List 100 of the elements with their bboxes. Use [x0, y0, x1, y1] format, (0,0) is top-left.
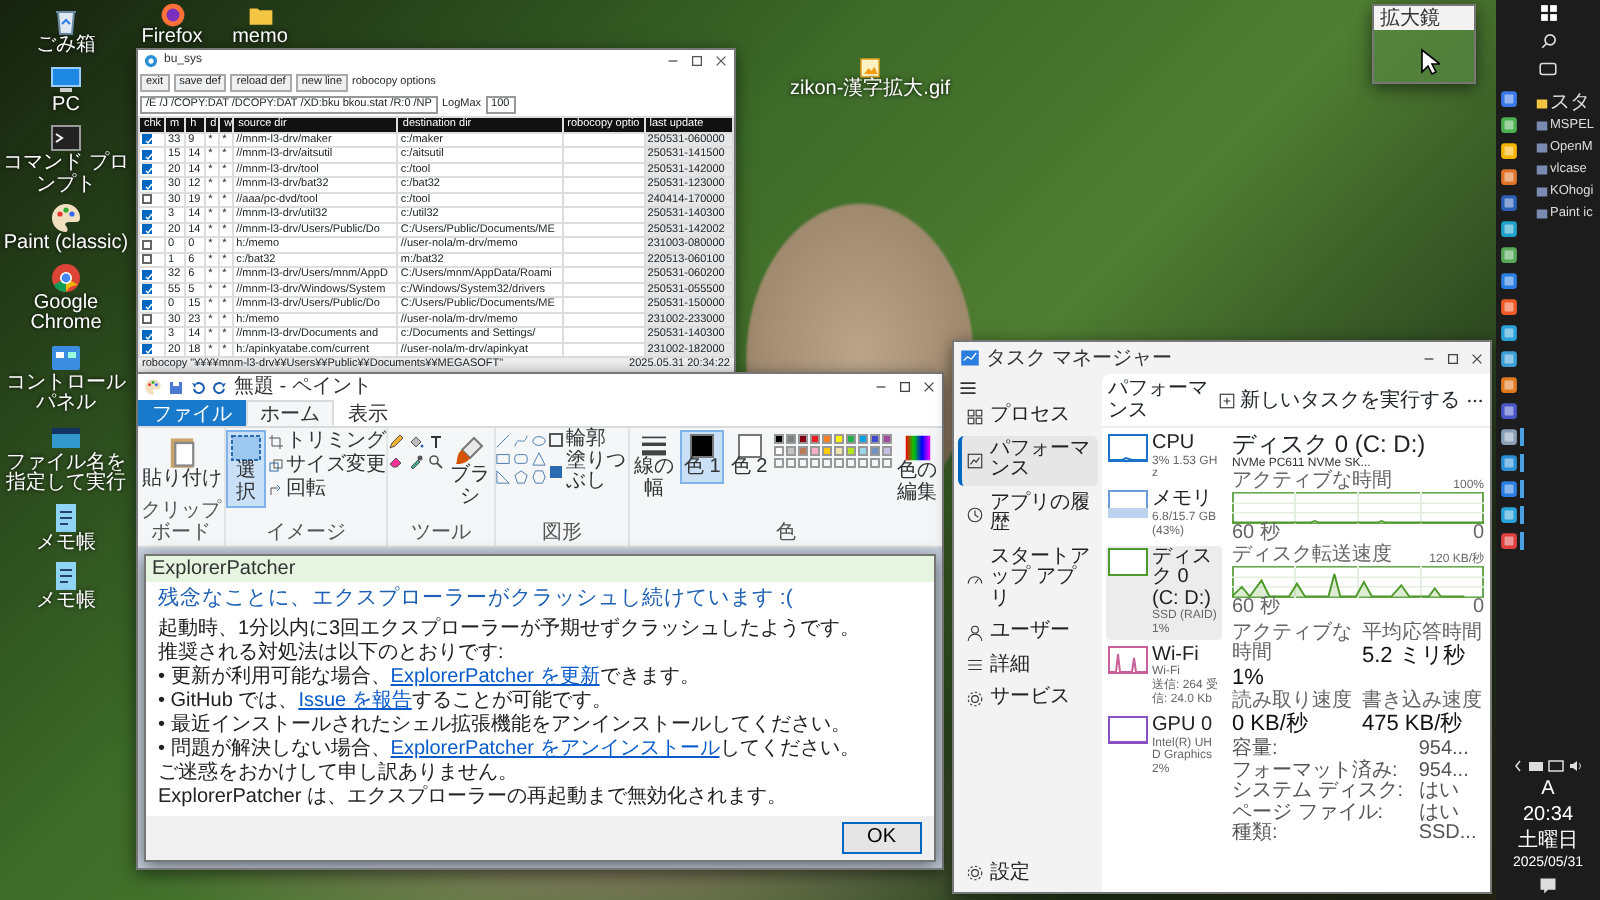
icon-label[interactable]: メモ帳 — [36, 592, 96, 613]
palette-color[interactable] — [857, 446, 868, 456]
icon-label[interactable]: コントロールパネル — [0, 373, 132, 415]
browser-icon[interactable] — [50, 261, 82, 293]
notification-icon[interactable] — [1538, 876, 1558, 896]
close-icon[interactable] — [1470, 351, 1484, 365]
icon-label[interactable]: zikon-漢字拡大.gif — [789, 80, 950, 101]
browser-icon[interactable] — [159, 2, 185, 28]
terminal-icon[interactable] — [50, 122, 82, 154]
display-icon[interactable] — [1548, 758, 1564, 775]
run-task-button[interactable]: 新しいタスクを実行する — [1218, 389, 1460, 411]
palette-color[interactable] — [857, 434, 868, 444]
palette-color[interactable] — [797, 434, 808, 444]
chevron-icon[interactable] — [1512, 758, 1524, 775]
image-file-icon[interactable] — [858, 56, 882, 80]
select-button[interactable]: 選択 — [226, 430, 266, 508]
ribbon-tab[interactable]: ホーム — [246, 400, 334, 426]
ime-indicator[interactable]: A — [1541, 778, 1555, 801]
palette-color[interactable] — [845, 446, 856, 456]
image-tool-button[interactable]: サイズ変更 — [268, 454, 386, 478]
fill-button[interactable]: 塗りつぶし — [548, 451, 628, 493]
palette-color[interactable] — [881, 446, 892, 456]
control-panel-icon[interactable] — [50, 341, 82, 373]
fill-icon[interactable] — [408, 434, 424, 450]
nav-item[interactable]: サービス — [958, 684, 1098, 713]
link[interactable]: ExplorerPatcher を更新 — [390, 665, 600, 688]
checkbox[interactable] — [142, 314, 152, 325]
palette-color[interactable] — [809, 434, 820, 444]
minimize-icon[interactable] — [874, 380, 888, 394]
palette-color[interactable] — [773, 446, 784, 456]
icon-label[interactable]: ファイル名を指定して実行 — [0, 453, 132, 495]
notepad-icon[interactable] — [50, 501, 82, 533]
palette-color[interactable] — [845, 434, 856, 444]
maximize-icon[interactable] — [1446, 351, 1460, 365]
maximize-icon[interactable] — [690, 54, 704, 68]
file-menu-tab[interactable]: ファイル — [138, 400, 246, 426]
checkbox[interactable] — [142, 194, 152, 205]
color-picker-icon[interactable] — [408, 454, 424, 470]
save-icon[interactable] — [168, 379, 184, 395]
palette-color[interactable] — [821, 446, 832, 456]
icon-label[interactable]: PC — [52, 95, 80, 116]
link[interactable]: Issue を報告 — [298, 689, 412, 712]
edit-colors-button[interactable]: 色の編集 — [893, 430, 942, 508]
checkbox[interactable] — [142, 224, 152, 235]
paste-button[interactable]: 貼り付け — [138, 430, 226, 495]
close-icon[interactable] — [714, 54, 728, 68]
nav-item[interactable]: パフォーマンス — [958, 435, 1098, 485]
eraser-icon[interactable] — [388, 454, 404, 470]
search-icon[interactable] — [1539, 32, 1557, 50]
minimize-icon[interactable] — [666, 54, 680, 68]
palette-color[interactable] — [881, 434, 892, 444]
checkbox[interactable] — [142, 164, 152, 175]
undo-icon[interactable] — [190, 379, 206, 395]
palette-color[interactable] — [821, 434, 832, 444]
outline-button[interactable]: 輪郭 — [548, 430, 628, 451]
checkbox[interactable] — [142, 149, 152, 160]
checkbox[interactable] — [142, 329, 152, 340]
ok-button[interactable]: OK — [841, 821, 922, 854]
icon-label[interactable]: Firefox — [141, 28, 203, 49]
checkbox[interactable] — [142, 269, 152, 280]
brush-button[interactable]: ブラシ — [446, 430, 494, 512]
checkbox[interactable] — [142, 239, 152, 250]
nav-item[interactable]: プロセス — [958, 402, 1098, 431]
checkbox[interactable] — [142, 209, 152, 220]
checkbox[interactable] — [142, 284, 152, 295]
icon-label[interactable]: Paint (classic) — [3, 234, 129, 255]
menu-icon[interactable] — [958, 378, 978, 398]
notepad-icon[interactable] — [50, 560, 82, 592]
icon-label[interactable]: コマンド プロンプト — [0, 154, 132, 196]
icon-label[interactable]: Google Chrome — [0, 293, 132, 335]
palette-color[interactable] — [785, 446, 796, 456]
nav-item[interactable]: ユーザー — [958, 618, 1098, 647]
nav-item[interactable]: 詳細 — [958, 651, 1098, 680]
palette-color[interactable] — [869, 434, 880, 444]
jump-list-item[interactable]: スタ — [1536, 94, 1595, 114]
checkbox[interactable] — [142, 344, 152, 355]
icon-label[interactable]: ごみ箱 — [36, 36, 96, 57]
redo-icon[interactable] — [212, 379, 228, 395]
line-width-button[interactable]: 線の幅 — [630, 430, 678, 504]
icon-label[interactable]: memo — [232, 28, 288, 49]
color-slot-button[interactable]: 色 1 — [680, 430, 725, 483]
palette-color[interactable] — [833, 446, 844, 456]
zoom-icon[interactable] — [428, 454, 444, 470]
checkbox[interactable] — [142, 134, 152, 145]
palette-color[interactable] — [833, 434, 844, 444]
checkbox[interactable] — [142, 254, 152, 265]
checkbox[interactable] — [142, 299, 152, 310]
image-tool-button[interactable]: トリミング — [268, 430, 386, 454]
palette-color[interactable] — [869, 446, 880, 456]
color-slot-button[interactable]: 色 2 — [726, 430, 772, 483]
text-tool-icon[interactable] — [428, 434, 444, 450]
close-icon[interactable] — [922, 380, 936, 394]
icon-label[interactable]: メモ帳 — [36, 533, 96, 554]
nav-item[interactable]: スタートアップ アプリ — [958, 543, 1098, 614]
nav-item[interactable]: 設定 — [958, 859, 1098, 888]
palette-color[interactable] — [785, 434, 796, 444]
palette-color[interactable] — [773, 434, 784, 444]
maximize-icon[interactable] — [898, 380, 912, 394]
pencil-icon[interactable] — [388, 434, 404, 450]
palette-color[interactable] — [797, 446, 808, 456]
